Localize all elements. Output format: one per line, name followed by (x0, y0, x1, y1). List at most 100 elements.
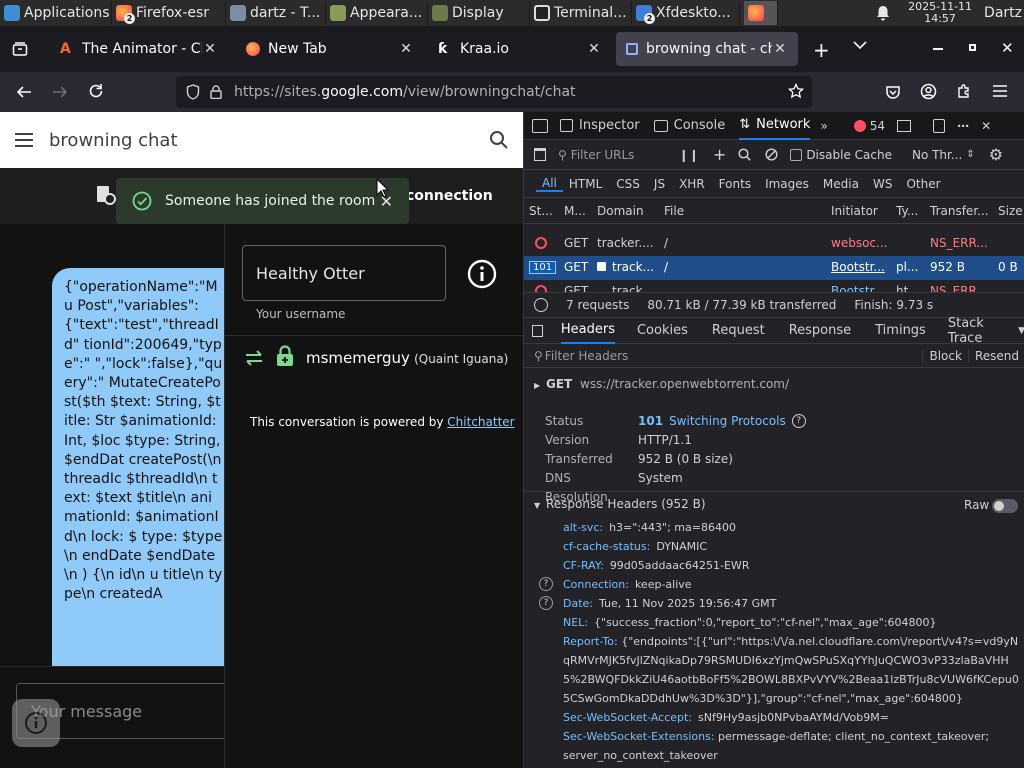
pocket-icon[interactable] (885, 84, 901, 100)
network-settings-gear-icon[interactable]: ⚙ (989, 145, 1003, 164)
notification-bell-icon[interactable] (876, 5, 896, 21)
table-row-selected[interactable]: 101 GET track... / Bootstr... pl... 952 … (524, 256, 1024, 280)
taskbar-item-appearance[interactable]: Appeara... (326, 1, 428, 25)
forward-icon[interactable] (52, 84, 68, 100)
status-help-icon[interactable]: ? (791, 414, 806, 428)
throttle-select[interactable]: No Thr... (912, 148, 962, 162)
bookmark-star-icon[interactable] (788, 83, 804, 99)
block-button[interactable]: Block (922, 348, 967, 363)
detail-tab-stack-trace[interactable]: Stack Trace (948, 316, 1008, 346)
clear-trash-icon[interactable] (534, 148, 546, 161)
performance-stopwatch-icon[interactable] (534, 298, 548, 312)
table-row[interactable]: GET track... Bootstr... ht... NS_ERR... (524, 280, 1024, 292)
header-row[interactable]: ? Date: Tue, 11 Nov 2025 19:56:47 GMT (539, 594, 1019, 613)
taskbar-item-firefox[interactable]: 2 Firefox-esr (112, 1, 226, 25)
response-headers-title[interactable]: ▼ Response Headers (952 B) (534, 497, 706, 511)
column-size[interactable]: Size (998, 204, 1023, 218)
user-name[interactable]: Dartz (984, 5, 1022, 21)
type-filter-fonts[interactable]: Fonts (719, 177, 751, 191)
close-tab-icon[interactable]: ✕ (772, 41, 788, 57)
detail-tabs-overflow-icon[interactable]: ▼ (1018, 326, 1024, 336)
taskbar-item-xfdesktop[interactable]: 2 Xfdeskto... (632, 1, 740, 25)
type-filter-html[interactable]: HTML (569, 177, 602, 191)
tab-kraa[interactable]: ƙ Kraa.io ✕ (428, 32, 612, 66)
close-tab-icon[interactable]: ✕ (202, 41, 218, 57)
header-row[interactable]: alt-svc: h3=":443"; ma=86400 (539, 518, 1019, 537)
site-title[interactable]: browning chat (49, 130, 178, 151)
taskbar-item-firefox-active[interactable] (744, 1, 778, 25)
header-row[interactable]: cf-cache-status: DYNAMIC (539, 537, 1019, 556)
username-input[interactable]: Healthy Otter (242, 245, 446, 301)
new-tab-icon[interactable]: + (813, 38, 830, 62)
column-transferred[interactable]: Transfer... (930, 204, 989, 218)
row-initiator[interactable]: Bootstr... (831, 260, 885, 274)
url-bar[interactable]: https://sites.google.com/view/browningch… (176, 76, 812, 108)
room-settings-icon[interactable] (95, 184, 117, 206)
firefox-view-icon[interactable] (12, 41, 28, 57)
tab-browning-chat[interactable]: browning chat - cha ✕ (616, 32, 798, 66)
tracking-protection-shield-icon[interactable] (186, 84, 202, 100)
header-row[interactable]: NEL: {"success_fraction":0,"report_to":"c… (539, 613, 1019, 632)
clock[interactable]: 2025-11-11 14:57 (908, 1, 972, 25)
site-search-icon[interactable] (489, 130, 509, 150)
type-filter-js[interactable]: JS (654, 177, 665, 191)
error-icon[interactable] (853, 119, 866, 132)
info-fab-icon[interactable] (12, 699, 60, 747)
detail-tab-response[interactable]: Response (789, 323, 851, 338)
type-filter-other[interactable]: Other (906, 177, 940, 191)
header-help-icon[interactable]: ? (539, 596, 553, 610)
request-line[interactable]: ▶ GET wss://tracker.openwebtorrent.com/ (534, 377, 789, 391)
hamburger-menu-icon[interactable] (14, 133, 34, 147)
header-row[interactable]: Report-To: {"endpoints":[{"url":"https:\… (539, 632, 1019, 708)
type-filter-media[interactable]: Media (823, 177, 859, 191)
close-window-icon[interactable]: ✕ (1001, 39, 1014, 57)
detail-tab-timings[interactable]: Timings (875, 323, 926, 338)
error-count[interactable]: 54 (870, 119, 885, 133)
close-tab-icon[interactable]: ✕ (586, 41, 602, 57)
disable-cache-checkbox[interactable] (790, 148, 803, 161)
taskbar-item-display[interactable]: Display (428, 1, 530, 25)
header-row[interactable]: CF-RAY: 99d05addaac64251-EWR (539, 556, 1019, 575)
more-tools-chevron-icon[interactable]: » (820, 119, 827, 133)
header-row[interactable]: Sec-WebSocket-Accept: sNf9Hy9asjb0NPvbaAY… (539, 708, 1019, 727)
column-file[interactable]: File (664, 204, 684, 218)
raw-toggle[interactable] (992, 499, 1018, 513)
lock-icon[interactable] (210, 85, 224, 99)
list-all-tabs-icon[interactable] (853, 40, 867, 50)
resend-button[interactable]: Resend (967, 348, 1024, 363)
type-filter-ws[interactable]: WS (873, 177, 892, 191)
tab-new-tab[interactable]: New Tab ✕ (236, 32, 424, 66)
add-block-icon[interactable]: + (713, 145, 726, 164)
dock-icon[interactable] (897, 119, 912, 132)
column-method[interactable]: M... (564, 204, 586, 218)
detail-tab-headers[interactable]: Headers (560, 318, 615, 344)
responsive-design-icon[interactable] (933, 118, 946, 133)
applications-menu[interactable]: Applications ☰ (0, 1, 112, 25)
devtools-menu-icon[interactable]: ⋯ (957, 119, 969, 133)
chitchatter-link[interactable]: Chitchatter (447, 415, 514, 429)
disable-cache-label[interactable]: Disable Cache (806, 148, 892, 162)
taskbar-item-terminal[interactable]: Terminal... (530, 1, 632, 25)
reload-icon[interactable] (88, 83, 104, 99)
filter-urls-input[interactable]: Filter URLs (571, 148, 679, 162)
close-tab-icon[interactable]: ✕ (398, 41, 414, 57)
back-icon[interactable] (16, 84, 32, 100)
header-help-icon[interactable]: ? (539, 577, 553, 591)
extensions-icon[interactable] (956, 83, 973, 100)
header-row[interactable]: Sec-WebSocket-Extensions: permessage-def… (539, 727, 1019, 765)
tab-network[interactable]: ⇅ Network (739, 112, 811, 140)
type-filter-images[interactable]: Images (765, 177, 809, 191)
tab-animator[interactable]: A The Animator - Chr ✕ (50, 32, 228, 66)
minimize-window-icon[interactable] (933, 48, 943, 50)
type-filter-all[interactable]: All (536, 176, 563, 192)
account-icon[interactable] (920, 83, 937, 100)
detail-tab-request[interactable]: Request (712, 323, 765, 338)
column-status[interactable]: St... (529, 204, 553, 218)
block-requests-icon[interactable] (765, 148, 778, 161)
detail-tab-cookies[interactable]: Cookies (637, 323, 688, 338)
search-icon[interactable] (738, 148, 752, 161)
type-filter-css[interactable]: CSS (616, 177, 640, 191)
column-type[interactable]: Ty... (896, 204, 918, 218)
tab-console[interactable]: Console (653, 118, 725, 133)
toggle-sidebar-icon[interactable] (532, 324, 543, 337)
